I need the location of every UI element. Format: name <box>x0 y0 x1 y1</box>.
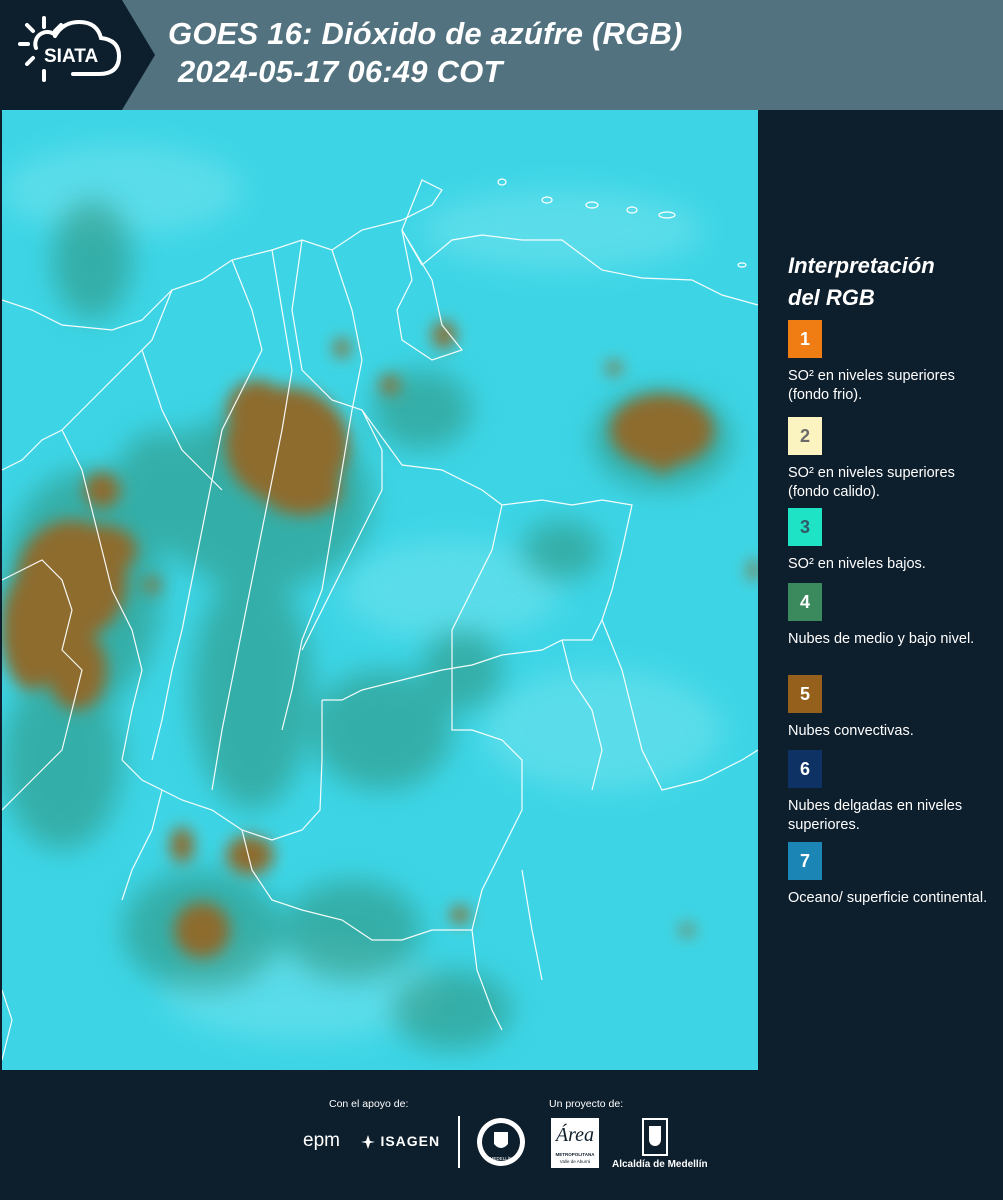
medellin-seal-logo[interactable]: MEDELLÍN <box>477 1118 525 1166</box>
epm-logo[interactable]: epm <box>303 1130 340 1152</box>
legend-title-line2: del RGB <box>788 285 875 310</box>
satellite-map[interactable] <box>2 110 758 1070</box>
legend-text-6: Nubes delgadas en niveles superiores. <box>788 798 963 833</box>
siata-logo[interactable]: SIATA <box>0 0 155 110</box>
legend-title: Interpretación del RGB <box>788 250 988 314</box>
legend-swatch-4: 4 <box>788 583 822 621</box>
legend-item-3: 3 SO² en niveles bajos. <box>788 508 988 574</box>
rgb-satellite-image <box>2 110 758 1070</box>
legend-swatch-1: 1 <box>788 320 822 358</box>
legend-panel: Interpretación del RGB 1 SO² en niveles … <box>760 110 1003 1070</box>
area-logo-script: Área <box>555 1124 595 1146</box>
footer: Con el apoyo de: Un proyecto de: epm ISA… <box>0 1070 1003 1200</box>
crest-shield <box>649 1126 661 1146</box>
legend-item-1: 1 SO² en niveles superiores (fondo frio)… <box>788 320 988 405</box>
legend-text-5: Nubes convectivas. <box>788 723 914 739</box>
header-bar: SIATA GOES 16: Dióxido de azúfre (RGB) 2… <box>0 0 1003 110</box>
legend-title-line1: Interpretación <box>788 253 935 278</box>
legend-swatch-7: 7 <box>788 842 822 880</box>
legend-text-7: Oceano/ superficie continental. <box>788 890 988 906</box>
legend-swatch-6: 6 <box>788 750 822 788</box>
alcaldia-text[interactable]: Alcaldía de Medellín <box>612 1159 708 1170</box>
legend-text-2: SO² en niveles superiores (fondo calido)… <box>788 465 955 500</box>
project-label: Un proyecto de: <box>549 1098 624 1110</box>
legend-item-6: 6 Nubes delgadas en niveles superiores. <box>788 750 988 835</box>
legend-swatch-3: 3 <box>788 508 822 546</box>
legend-swatch-2: 2 <box>788 417 822 455</box>
page-timestamp: 2024-05-17 06:49 COT <box>178 54 503 89</box>
isagen-text: ISAGEN <box>380 1133 441 1149</box>
support-label: Con el apoyo de: <box>329 1098 409 1110</box>
legend-text-3: SO² en niveles bajos. <box>788 556 926 572</box>
area-metropolitana-logo[interactable]: Área METROPOLITANA Valle de Aburrá <box>551 1118 599 1168</box>
isagen-mark-icon <box>361 1134 375 1149</box>
area-logo-sub1: METROPOLITANA <box>555 1152 595 1157</box>
legend-swatch-5: 5 <box>788 675 822 713</box>
seal-emblem-icon: MEDELLÍN <box>490 1132 513 1161</box>
legend-item-7: 7 Oceano/ superficie continental. <box>788 842 988 908</box>
legend-text-4: Nubes de medio y bajo nivel. <box>788 631 975 647</box>
footer-divider <box>458 1116 460 1168</box>
seal-text: MEDELLÍN <box>490 1155 513 1161</box>
legend-item-2: 2 SO² en niveles superiores (fondo calid… <box>788 417 988 502</box>
sun-cloud-icon: SIATA <box>18 16 122 82</box>
alcaldia-crest-icon <box>642 1118 668 1156</box>
legend-text-1: SO² en niveles superiores (fondo frio). <box>788 368 955 403</box>
area-logo-sub2: Valle de Aburrá <box>559 1159 591 1164</box>
page-title: GOES 16: Dióxido de azúfre (RGB) <box>168 16 683 51</box>
logo-text: SIATA <box>44 46 98 67</box>
legend-item-5: 5 Nubes convectivas. <box>788 675 988 741</box>
legend-item-4: 4 Nubes de medio y bajo nivel. <box>788 583 988 649</box>
isagen-logo[interactable]: ISAGEN <box>360 1133 440 1151</box>
